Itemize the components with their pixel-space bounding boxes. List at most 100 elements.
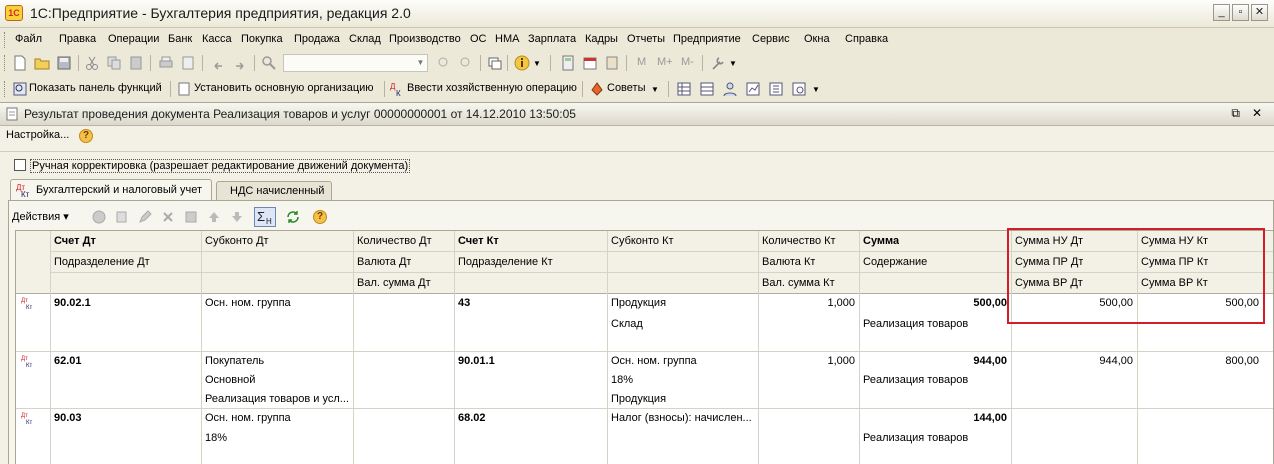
menu-cash[interactable]: Касса bbox=[202, 33, 232, 45]
print-preview-icon[interactable] bbox=[180, 55, 196, 71]
maximize-button[interactable]: ▫ bbox=[1232, 4, 1249, 21]
cut-icon[interactable] bbox=[84, 55, 100, 71]
table-cell[interactable]: Склад bbox=[611, 318, 643, 330]
toolbar-grip[interactable] bbox=[4, 55, 7, 71]
chevron-down-icon[interactable]: ▼ bbox=[414, 55, 427, 71]
menu-warehouse[interactable]: Склад bbox=[349, 33, 381, 45]
table-cell[interactable]: Осн. ном. группа bbox=[205, 412, 291, 424]
tab-vat-charged[interactable]: НДС начисленный bbox=[216, 181, 332, 201]
col-header-cur-sum-kt[interactable]: Вал. сумма Кт bbox=[762, 277, 835, 289]
menu-service[interactable]: Сервис bbox=[752, 33, 790, 45]
table-cell[interactable]: 800,00 bbox=[1141, 355, 1259, 367]
refresh-icon[interactable] bbox=[285, 209, 301, 225]
menu-grip[interactable] bbox=[4, 32, 7, 48]
search-icon[interactable] bbox=[261, 55, 277, 71]
col-header-division-kt[interactable]: Подразделение Кт bbox=[458, 256, 553, 268]
table-cell[interactable]: Продукция bbox=[611, 297, 666, 309]
menu-enterprise[interactable]: Предприятие bbox=[673, 33, 741, 45]
help-icon[interactable]: ? bbox=[313, 210, 327, 224]
menu-fixed-assets[interactable]: ОС bbox=[470, 33, 487, 45]
debit-credit-icon[interactable]: ДК bbox=[389, 81, 405, 97]
open-folder-icon[interactable] bbox=[34, 55, 50, 71]
find-next-icon[interactable] bbox=[436, 55, 452, 71]
table-cell[interactable]: 43 bbox=[458, 297, 470, 309]
col-header-subconto-kt[interactable]: Субконто Кт bbox=[611, 235, 674, 247]
show-functions-panel-button[interactable]: Показать панель функций bbox=[29, 82, 162, 94]
table-cell[interactable]: 944,00 bbox=[1015, 355, 1133, 367]
menu-hr[interactable]: Кадры bbox=[585, 33, 618, 45]
table-cell[interactable]: 18% bbox=[205, 432, 227, 444]
tips-button[interactable]: Советы bbox=[607, 82, 645, 94]
table-cell[interactable]: 144,00 bbox=[863, 412, 1007, 424]
copy-icon[interactable] bbox=[106, 55, 122, 71]
tips-dropdown-icon[interactable]: ▼ bbox=[651, 85, 659, 94]
menu-reports[interactable]: Отчеты bbox=[627, 33, 665, 45]
table-cell[interactable]: 68.02 bbox=[458, 412, 486, 424]
help-icon[interactable]: ? bbox=[79, 129, 93, 143]
undo-icon[interactable] bbox=[210, 55, 226, 71]
col-header-currency-kt[interactable]: Валюта Кт bbox=[762, 256, 815, 268]
calendar-icon[interactable] bbox=[582, 55, 598, 71]
table-cell[interactable]: 500,00 bbox=[863, 297, 1007, 309]
tools-icon[interactable] bbox=[709, 55, 725, 71]
actions-menu-button[interactable]: Действия ▾ bbox=[12, 210, 69, 223]
users-icon[interactable] bbox=[722, 81, 738, 97]
menu-sales[interactable]: Продажа bbox=[294, 33, 340, 45]
col-header-qty-kt[interactable]: Количество Кт bbox=[762, 235, 836, 247]
toolbar-grip[interactable] bbox=[4, 81, 7, 97]
functions-panel-icon[interactable] bbox=[12, 81, 28, 97]
menu-bank[interactable]: Банк bbox=[168, 33, 192, 45]
table-cell[interactable]: 62.01 bbox=[54, 355, 82, 367]
table-cell[interactable]: Реализация товаров bbox=[863, 318, 968, 330]
table-cell[interactable]: 90.02.1 bbox=[54, 297, 91, 309]
menu-windows[interactable]: Окна bbox=[804, 33, 830, 45]
info-dropdown-icon[interactable]: ▼ bbox=[533, 59, 541, 68]
sum-nu-icon[interactable]: ΣН bbox=[254, 207, 276, 227]
move-up-icon[interactable] bbox=[206, 209, 222, 225]
col-header-currency-dt[interactable]: Валюта Дт bbox=[357, 256, 411, 268]
table-cell[interactable]: Продукция bbox=[611, 393, 666, 405]
col-header-division-dt[interactable]: Подразделение Дт bbox=[54, 256, 150, 268]
col-header-account-dt[interactable]: Счет Дт bbox=[54, 235, 96, 247]
report-icon[interactable] bbox=[745, 81, 761, 97]
analysis-icon[interactable] bbox=[791, 81, 807, 97]
menu-operations[interactable]: Операции bbox=[108, 33, 159, 45]
restore-icon[interactable]: ⧉ bbox=[1231, 106, 1240, 121]
find-prev-icon[interactable] bbox=[458, 55, 474, 71]
menu-edit[interactable]: Правка bbox=[59, 33, 96, 45]
menu-intangibles[interactable]: НМА bbox=[495, 33, 519, 45]
table-cell[interactable]: Основной bbox=[205, 374, 255, 386]
table-cell[interactable]: 1,000 bbox=[762, 297, 855, 309]
menu-purchase[interactable]: Покупка bbox=[241, 33, 283, 45]
journal-icon[interactable] bbox=[699, 81, 715, 97]
table-cell[interactable]: Осн. ном. группа bbox=[611, 355, 697, 367]
redo-icon[interactable] bbox=[232, 55, 248, 71]
table-cell[interactable]: Реализация товаров bbox=[863, 374, 968, 386]
new-document-icon[interactable] bbox=[12, 55, 28, 71]
search-combo[interactable]: ▼ bbox=[283, 54, 428, 72]
manual-correction-checkbox[interactable] bbox=[14, 159, 26, 171]
clipboard-icon[interactable] bbox=[604, 55, 620, 71]
table-cell[interactable]: 90.01.1 bbox=[458, 355, 495, 367]
balance-icon[interactable] bbox=[768, 81, 784, 97]
table-cell[interactable]: Реализация товаров bbox=[863, 432, 968, 444]
menu-production[interactable]: Производство bbox=[389, 33, 461, 45]
tab-accounting-tax[interactable]: Дт Кт Бухгалтерский и налоговый учет bbox=[10, 179, 212, 200]
table-cell[interactable]: 90.03 bbox=[54, 412, 82, 424]
table-cell[interactable]: 1,000 bbox=[762, 355, 855, 367]
menu-file[interactable]: Файл bbox=[15, 33, 42, 45]
set-main-organization-button[interactable]: Установить основную организацию bbox=[194, 82, 374, 94]
delete-icon[interactable] bbox=[160, 209, 176, 225]
tips-icon[interactable] bbox=[589, 81, 605, 97]
print-icon[interactable] bbox=[158, 55, 174, 71]
table-cell[interactable]: 944,00 bbox=[863, 355, 1007, 367]
save-row-icon[interactable] bbox=[183, 209, 199, 225]
move-down-icon[interactable] bbox=[229, 209, 245, 225]
edit-icon[interactable] bbox=[137, 209, 153, 225]
memory-m-plus-button[interactable]: M+ bbox=[657, 56, 673, 68]
memory-m-button[interactable]: M bbox=[637, 56, 646, 68]
chart-of-accounts-icon[interactable] bbox=[676, 81, 692, 97]
settings-link[interactable]: Настройка... bbox=[6, 129, 69, 141]
menu-salary[interactable]: Зарплата bbox=[528, 33, 576, 45]
table-cell[interactable]: Реализация товаров и усл... bbox=[205, 393, 353, 405]
